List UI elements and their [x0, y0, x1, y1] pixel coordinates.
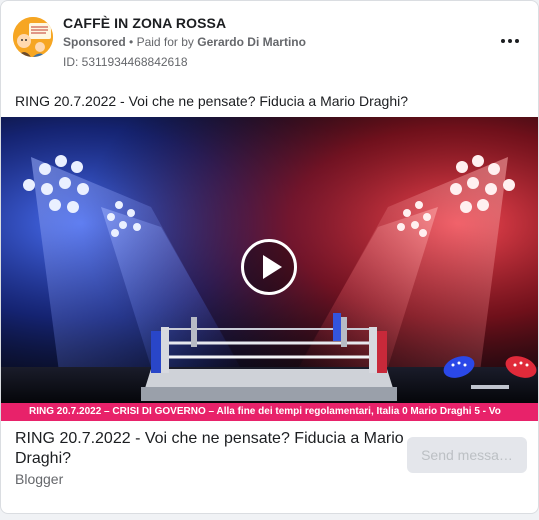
sponsored-line: Sponsored • Paid for by Gerardo Di Marti… — [63, 35, 306, 49]
page-avatar-logo — [13, 17, 53, 57]
link-title[interactable]: RING 20.7.2022 - Voi che ne pensate? Fid… — [15, 429, 405, 469]
sponsored-label: Sponsored — [63, 35, 126, 49]
ad-card: CAFFÈ IN ZONA ROSSA Sponsored • Paid for… — [0, 0, 539, 514]
play-icon — [263, 255, 282, 279]
paid-for-name[interactable]: Gerardo Di Martino — [197, 35, 306, 49]
dot — [508, 39, 512, 43]
play-button[interactable] — [241, 239, 297, 295]
send-message-button[interactable]: Send messa… — [407, 437, 527, 473]
link-source: Blogger — [15, 471, 64, 487]
page-avatar[interactable] — [13, 17, 53, 57]
paid-for-label: Paid for by — [136, 35, 194, 49]
ad-id: ID: 5311934468842618 — [63, 55, 188, 69]
dot — [501, 39, 505, 43]
video-player[interactable]: RING 20.7.2022 – CRISI DI GOVERNO – Alla… — [1, 117, 538, 421]
ad-header: CAFFÈ IN ZONA ROSSA Sponsored • Paid for… — [1, 1, 538, 81]
ad-caption: RING 20.7.2022 - Voi che ne pensate? Fid… — [15, 93, 409, 109]
dot-separator: • — [129, 35, 134, 49]
page-name[interactable]: CAFFÈ IN ZONA ROSSA — [63, 15, 226, 31]
dot — [515, 39, 519, 43]
ellipsis-icon[interactable] — [498, 29, 522, 53]
video-ticker: RING 20.7.2022 – CRISI DI GOVERNO – Alla… — [1, 403, 538, 421]
